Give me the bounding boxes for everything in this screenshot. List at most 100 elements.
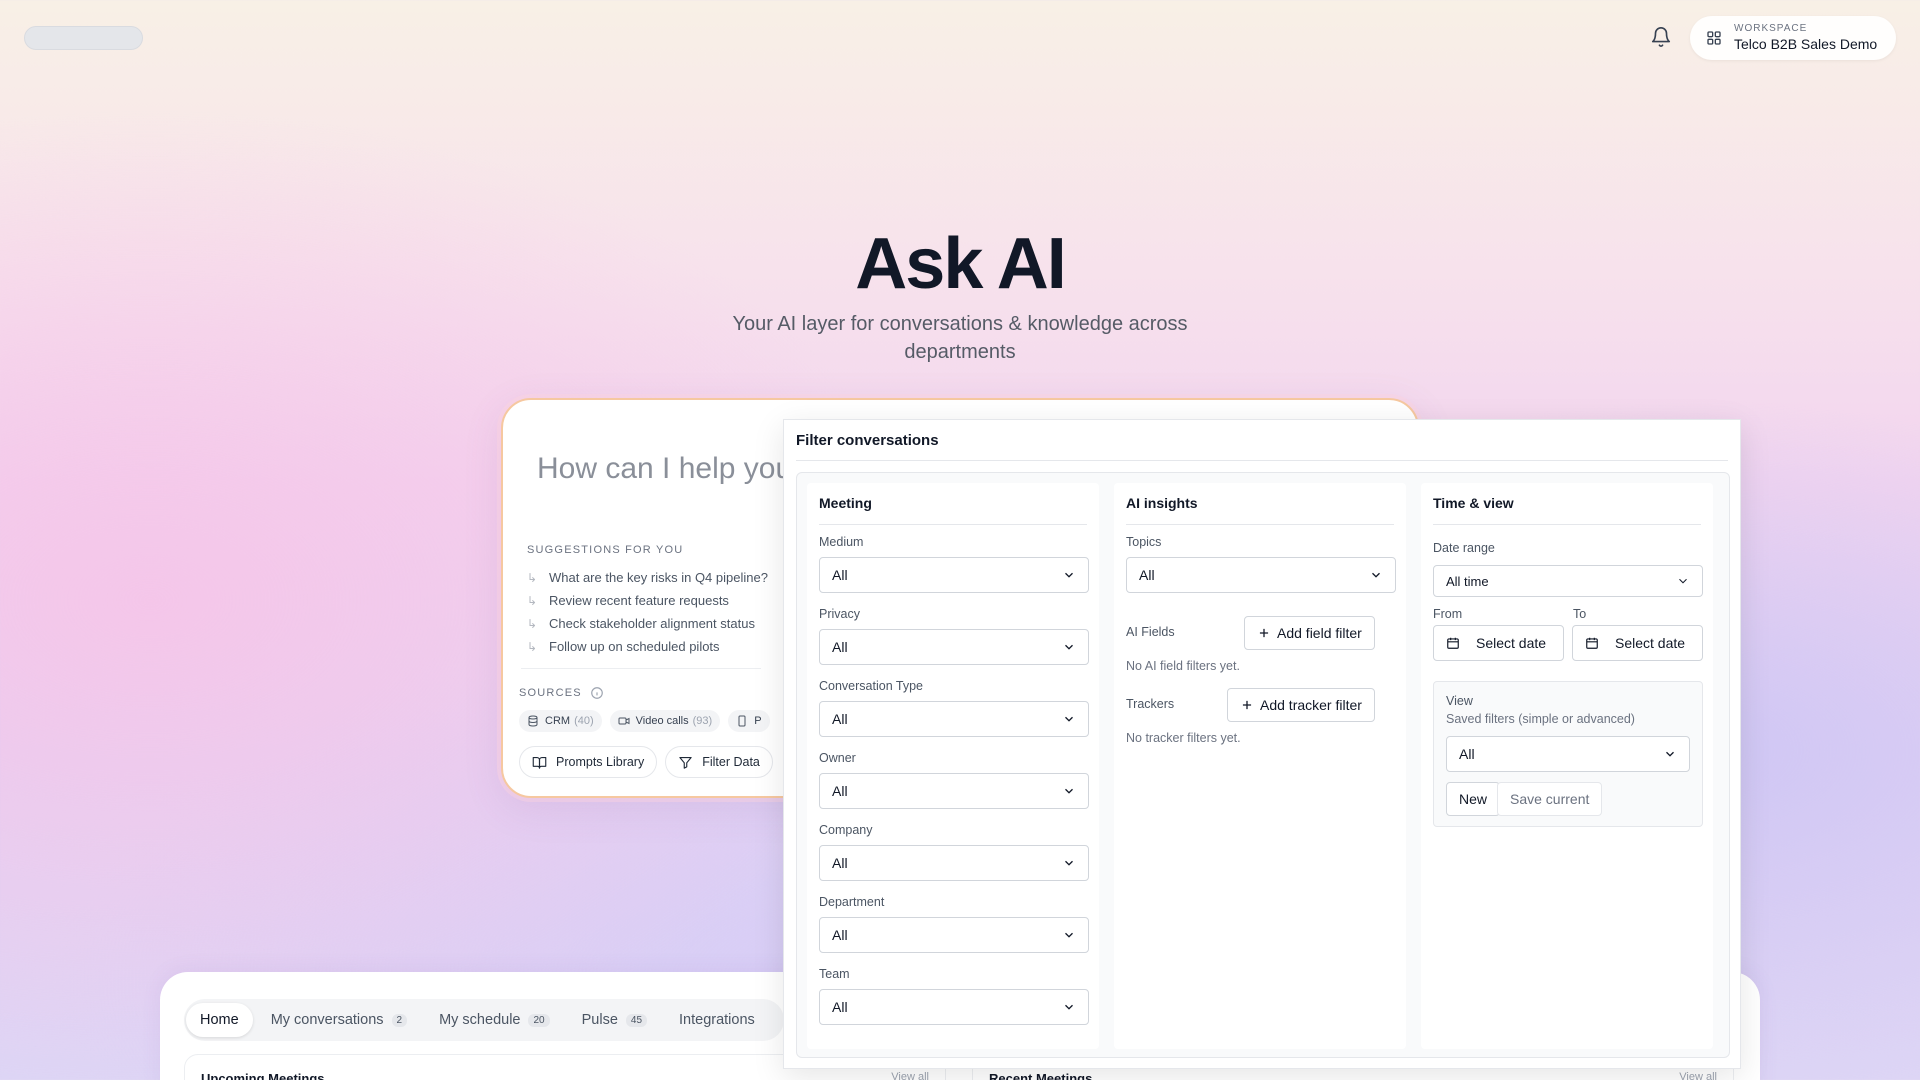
company-value: All <box>832 855 848 871</box>
add-tracker-filter-button[interactable]: Add tracker filter <box>1227 688 1375 722</box>
owner-label: Owner <box>819 751 856 765</box>
medium-select[interactable]: All <box>819 557 1089 593</box>
view-all-link[interactable]: View all <box>891 1071 929 1080</box>
source-chip-label: Video calls <box>635 715 689 727</box>
no-ai-fields-text: No AI field filters yet. <box>1126 659 1240 673</box>
page-title: Ask AI <box>855 224 1066 304</box>
chevron-down-icon <box>1062 928 1076 942</box>
suggestions-list: ↳ What are the key risks in Q4 pipeline?… <box>527 566 768 658</box>
recent-meetings-title: Recent Meetings <box>989 1071 1093 1080</box>
calendar-icon <box>1585 636 1605 650</box>
save-current-button[interactable]: Save current <box>1497 782 1603 816</box>
chevron-down-icon <box>1062 640 1076 654</box>
filter-data-button[interactable]: Filter Data <box>665 746 773 778</box>
privacy-select[interactable]: All <box>819 629 1089 665</box>
team-label: Team <box>819 967 850 981</box>
department-value: All <box>832 927 848 943</box>
from-date-picker[interactable]: Select date <box>1433 625 1564 661</box>
suggestion-item[interactable]: ↳ Check stakeholder alignment status <box>527 612 768 635</box>
add-field-filter-button[interactable]: Add field filter <box>1244 616 1375 650</box>
topics-value: All <box>1139 567 1155 583</box>
divider <box>521 668 761 669</box>
prompts-library-button[interactable]: Prompts Library <box>519 746 658 778</box>
count-badge: 45 <box>625 1013 648 1027</box>
workspace-switcher[interactable]: WORKSPACE Telco B2B Sales Demo <box>1690 16 1896 60</box>
view-all-link[interactable]: View all <box>1679 1071 1717 1080</box>
owner-value: All <box>832 783 848 799</box>
corner-arrow-icon: ↳ <box>527 593 538 608</box>
conversation-type-select[interactable]: All <box>819 701 1089 737</box>
privacy-label: Privacy <box>819 607 860 621</box>
tab-home[interactable]: Home <box>186 1003 253 1037</box>
filter-conversations-dialog: Filter conversations Meeting Medium All … <box>783 419 1741 1069</box>
suggestion-item[interactable]: ↳ Follow up on scheduled pilots <box>527 635 768 658</box>
saved-view-select[interactable]: All <box>1446 736 1690 772</box>
new-view-label: New <box>1459 791 1488 807</box>
ask-actions: Prompts Library Filter Data <box>519 746 773 778</box>
add-tracker-filter-label: Add tracker filter <box>1260 697 1362 713</box>
topics-select[interactable]: All <box>1126 557 1396 593</box>
sources-heading-label: SOURCES <box>519 687 582 699</box>
tab-label: Pulse <box>581 1012 618 1028</box>
database-icon <box>527 715 545 727</box>
ask-input[interactable]: How can I help you <box>537 452 792 486</box>
ai-insights-heading: AI insights <box>1126 495 1394 525</box>
meeting-heading: Meeting <box>819 495 1087 525</box>
suggestion-item[interactable]: ↳ Review recent feature requests <box>527 589 768 612</box>
home-tabs: Home My conversations 2 My schedule 20 P… <box>186 1000 769 1040</box>
ai-insights-column: AI insights Topics All AI Fields Add fie… <box>1114 483 1406 1049</box>
date-range-value: All time <box>1446 573 1489 589</box>
suggestion-text: Follow up on scheduled pilots <box>549 639 720 654</box>
tab-my-conversations[interactable]: My conversations 2 <box>257 1003 421 1037</box>
page-subtitle: Your AI layer for conversations & knowle… <box>732 313 1188 363</box>
date-range-select[interactable]: All time <box>1433 565 1703 597</box>
to-label: To <box>1573 607 1587 621</box>
department-select[interactable]: All <box>819 917 1089 953</box>
team-value: All <box>832 999 848 1015</box>
chevron-down-icon <box>1663 747 1677 761</box>
tab-label: Integrations <box>679 1012 755 1028</box>
team-select[interactable]: All <box>819 989 1089 1025</box>
owner-select[interactable]: All <box>819 773 1089 809</box>
info-icon[interactable] <box>590 686 604 700</box>
source-chip-video-calls[interactable]: Video calls (93) <box>609 710 721 732</box>
chevron-down-icon <box>1676 574 1690 588</box>
sources-heading: SOURCES <box>519 686 604 700</box>
suggestion-text: Check stakeholder alignment status <box>549 616 755 631</box>
source-chip-crm[interactable]: CRM (40) <box>519 710 602 732</box>
time-view-column: Time & view Date range All time From To … <box>1421 483 1713 1049</box>
chevron-down-icon <box>1062 712 1076 726</box>
count-badge: 2 <box>391 1013 408 1027</box>
phone-icon <box>736 715 754 727</box>
conversation-type-value: All <box>832 711 848 727</box>
bell-icon[interactable] <box>1650 26 1672 48</box>
tab-label: My conversations <box>270 1012 384 1028</box>
suggestion-text: What are the key risks in Q4 pipeline? <box>549 570 768 585</box>
source-chip-label: P <box>754 715 762 727</box>
tab-pulse[interactable]: Pulse 45 <box>568 1003 661 1037</box>
view-hint: Saved filters (simple or advanced) <box>1446 712 1635 726</box>
calendar-icon <box>1446 636 1466 650</box>
app-logo-placeholder[interactable] <box>24 26 143 50</box>
to-date-value: Select date <box>1615 635 1686 651</box>
topics-label: Topics <box>1126 535 1162 549</box>
from-label: From <box>1433 607 1463 621</box>
company-select[interactable]: All <box>819 845 1089 881</box>
department-label: Department <box>819 895 885 909</box>
new-view-button[interactable]: New <box>1446 782 1501 816</box>
time-view-heading: Time & view <box>1433 495 1701 525</box>
suggestion-item[interactable]: ↳ What are the key risks in Q4 pipeline? <box>527 566 768 589</box>
suggestion-text: Review recent feature requests <box>549 593 729 608</box>
plus-icon <box>1257 626 1277 640</box>
suggestions-heading: SUGGESTIONS FOR YOU <box>527 544 684 556</box>
medium-label: Medium <box>819 535 864 549</box>
company-label: Company <box>819 823 873 837</box>
no-trackers-text: No tracker filters yet. <box>1126 731 1241 745</box>
chevron-down-icon <box>1062 568 1076 582</box>
source-chip-phone[interactable]: P <box>728 710 770 732</box>
to-date-picker[interactable]: Select date <box>1572 625 1703 661</box>
tab-my-schedule[interactable]: My schedule 20 <box>425 1003 564 1037</box>
tab-integrations[interactable]: Integrations <box>665 1003 769 1037</box>
add-field-filter-label: Add field filter <box>1277 625 1362 641</box>
plus-icon <box>1240 698 1260 712</box>
